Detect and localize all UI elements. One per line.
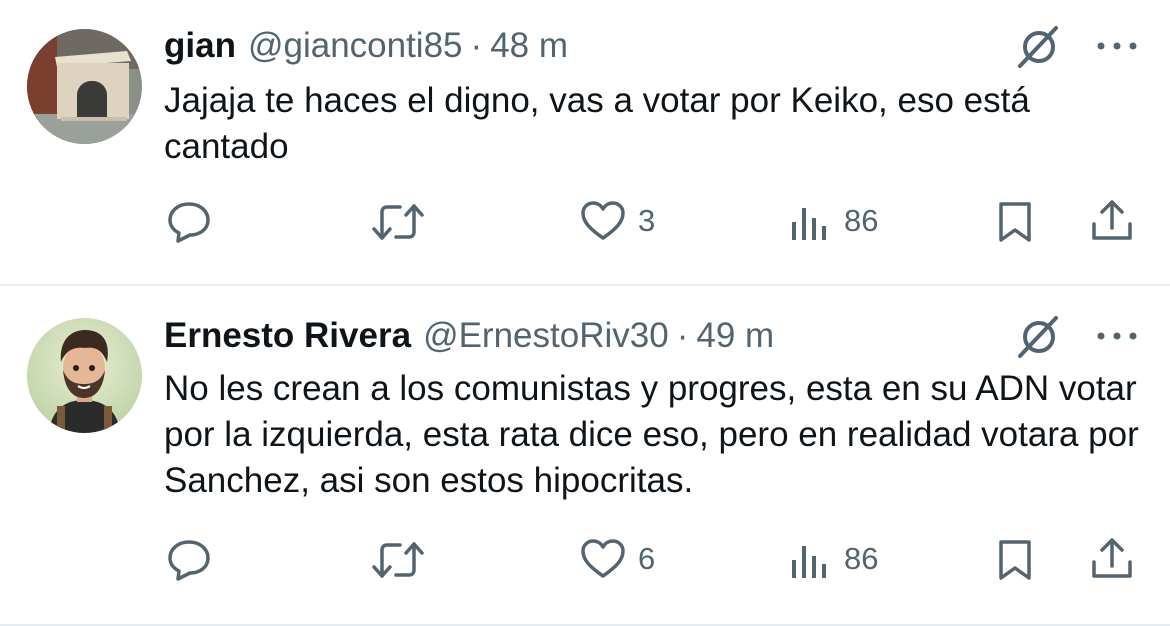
tweet[interactable]: gian @gianconti85 · 48 m Jajaja te haces…	[0, 0, 1170, 284]
like-count: 6	[638, 541, 656, 576]
share-button[interactable]	[1088, 198, 1136, 244]
avatar[interactable]	[27, 29, 142, 144]
like-icon	[581, 201, 625, 240]
tweet-header: gian @gianconti85 · 48 m	[164, 24, 568, 68]
author-handle[interactable]: @gianconti85	[248, 24, 463, 68]
author-name[interactable]: gian	[164, 24, 236, 68]
tweet-header: Ernesto Rivera @ErnestoRiv30 · 49 m	[164, 314, 774, 358]
author-name[interactable]: Ernesto Rivera	[164, 314, 411, 358]
view-count: 86	[844, 541, 879, 576]
timestamp[interactable]: 49 m	[696, 314, 774, 358]
author-handle[interactable]: @ErnestoRiv30	[423, 314, 669, 358]
retweet-button[interactable]	[370, 202, 426, 242]
more-icon[interactable]	[1094, 326, 1140, 346]
bookmark-button[interactable]	[996, 538, 1034, 582]
view-count: 86	[844, 203, 879, 238]
views-icon	[792, 208, 826, 240]
like-button[interactable]: 3	[580, 200, 655, 242]
share-icon	[1092, 200, 1132, 240]
views-button[interactable]: 86	[788, 538, 878, 580]
share-icon	[1092, 538, 1132, 578]
share-button[interactable]	[1088, 536, 1136, 582]
tweet-text: Jajaja te haces el digno, vas a votar po…	[164, 81, 1030, 166]
grok-icon[interactable]	[1014, 22, 1064, 72]
reply-button[interactable]	[166, 200, 212, 244]
separator: ·	[676, 316, 689, 355]
views-button[interactable]: 86	[788, 200, 878, 242]
retweet-icon	[372, 204, 424, 240]
reply-button[interactable]	[166, 538, 212, 582]
retweet-icon	[372, 542, 424, 578]
reply-icon	[168, 202, 210, 243]
tweet[interactable]: Ernesto Rivera @ErnestoRiv30 · 49 m No l…	[0, 286, 1170, 624]
like-count: 3	[638, 203, 656, 238]
like-button[interactable]: 6	[580, 538, 655, 580]
retweet-button[interactable]	[370, 540, 426, 580]
reply-icon	[168, 540, 210, 581]
more-icon[interactable]	[1094, 36, 1140, 56]
tweet-text: No les crean a los comunistas y progres,…	[164, 369, 1139, 500]
like-icon	[581, 539, 625, 578]
bookmark-button[interactable]	[996, 200, 1034, 244]
views-icon	[792, 546, 826, 578]
reply-feed: gian @gianconti85 · 48 m Jajaja te haces…	[0, 0, 1170, 626]
bookmark-icon	[999, 202, 1031, 242]
bookmark-icon	[999, 540, 1031, 580]
grok-icon[interactable]	[1014, 312, 1064, 362]
avatar[interactable]	[27, 318, 142, 433]
separator: ·	[470, 26, 483, 65]
timestamp[interactable]: 48 m	[490, 24, 568, 68]
